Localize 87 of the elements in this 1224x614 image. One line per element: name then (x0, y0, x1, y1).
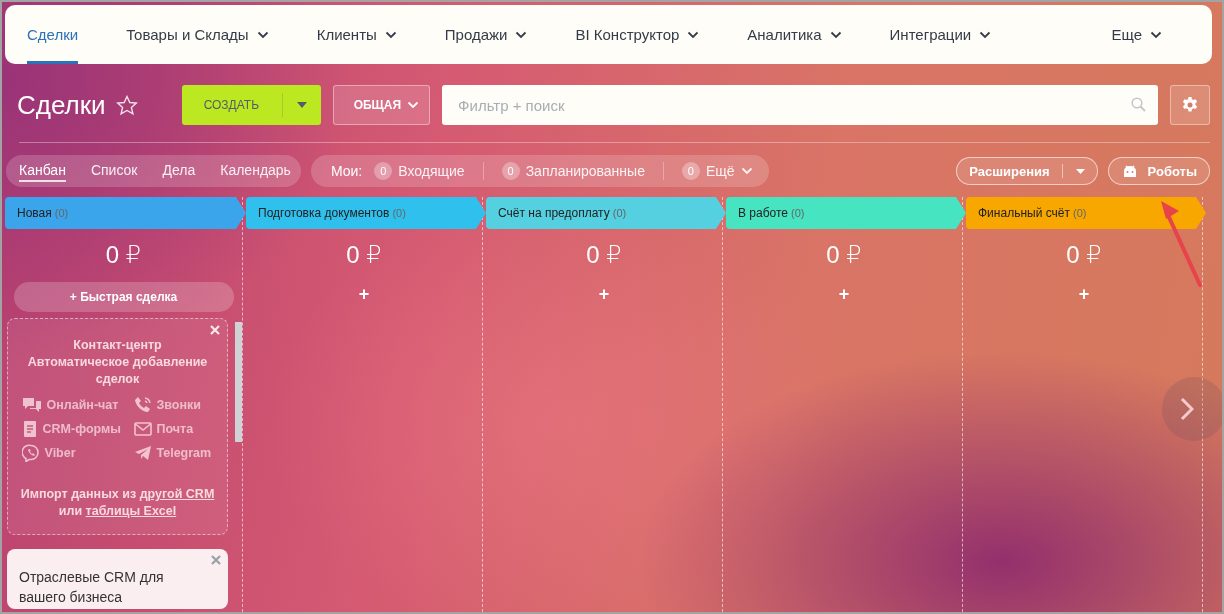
channel-link[interactable]: Онлайн-чат (46, 398, 119, 412)
view-tab[interactable]: Список (90, 160, 138, 182)
caret-icon (296, 102, 307, 108)
settings-button[interactable] (1170, 85, 1210, 125)
stage-header[interactable]: Новая (0) (5, 197, 246, 229)
stage-name: В работе (738, 206, 788, 220)
nav-item[interactable]: Интеграции (889, 5, 992, 64)
stage-sum: 0 ₽ (1066, 241, 1102, 269)
caret-icon (1075, 168, 1085, 174)
stage-header[interactable]: Подготовка документов (0) (246, 197, 486, 229)
page-title: Сделки (17, 89, 106, 121)
view-tab[interactable]: Дела (162, 160, 196, 182)
counter-link[interactable]: Ещё (705, 163, 753, 179)
robot-icon (1121, 164, 1138, 178)
card-subtitle: Автоматическое добавление сделок (26, 354, 209, 388)
channel-link[interactable]: Telegram (156, 446, 212, 460)
stage-header[interactable]: В работе (0) (726, 197, 966, 229)
chat-bubbles-icon (21, 396, 42, 414)
chevron-down-icon (384, 30, 397, 39)
channel-link[interactable]: CRM-формы (42, 422, 121, 436)
chevron-down-icon (687, 30, 700, 39)
nav-item[interactable]: Еще (1111, 5, 1162, 64)
stage-count: (0) (791, 207, 805, 219)
view-tab[interactable]: Календарь (220, 160, 291, 182)
close-icon[interactable] (210, 554, 223, 566)
channel-link[interactable]: Viber (44, 446, 76, 460)
add-deal-button[interactable]: + (834, 284, 854, 305)
add-deal-button[interactable]: + (1074, 284, 1094, 305)
stage-sum: 0 ₽ (346, 241, 382, 269)
document-icon (21, 420, 38, 438)
viber-icon (21, 444, 40, 462)
category-button[interactable]: ОБЩАЯ (332, 85, 431, 125)
add-deal-button[interactable]: + (354, 284, 374, 305)
channel-link[interactable]: Звонки (156, 398, 201, 412)
quick-deal-button[interactable]: + Быстрая сделка (13, 282, 234, 312)
search-field[interactable]: Фильтр + поиск (442, 85, 1158, 125)
stage-name: Подготовка документов (258, 206, 390, 220)
robots-button[interactable]: Роботы (1107, 157, 1210, 185)
card-title: Контакт-центр (73, 337, 162, 354)
stage-sum: 0 ₽ (586, 241, 622, 269)
chevron-down-icon (515, 30, 528, 39)
counter-badge: 0 (681, 162, 700, 180)
counter-badge: 0 (501, 162, 520, 180)
chevron-down-icon (979, 30, 992, 39)
nav-item[interactable]: Аналитика (747, 5, 842, 64)
chevron-down-icon (256, 30, 269, 39)
nav-item[interactable]: Продажи (444, 5, 528, 64)
stage-sum: 0 ₽ (826, 241, 862, 269)
view-tab[interactable]: Канбан (19, 160, 66, 182)
chevron-down-icon (407, 101, 420, 109)
counters-label: Мои: (330, 163, 363, 179)
import-text: Импорт данных из другой CRM или таблицы Excel (20, 486, 215, 520)
excel-link[interactable]: таблицы Excel (85, 504, 177, 518)
stage-name: Финальный счёт (978, 206, 1070, 220)
next-arrow-button[interactable] (1162, 377, 1222, 441)
counter-badge: 0 (374, 162, 393, 180)
chevron-right-icon (1180, 397, 1194, 421)
paper-plane-icon (133, 445, 152, 461)
stage-count: (0) (392, 207, 406, 219)
star-icon[interactable] (115, 94, 138, 116)
stage-name: Счёт на предоплату (498, 206, 610, 220)
promo-text: Отраслевые CRM для вашего бизнеса (19, 568, 165, 607)
mail-icon (133, 422, 152, 436)
stage-header[interactable]: Счёт на предоплату (0) (486, 197, 726, 229)
extensions-button[interactable]: Расширения (956, 157, 1098, 185)
channel-link[interactable]: Почта (156, 422, 194, 436)
nav-item[interactable]: Сделки (27, 5, 79, 64)
add-deal-button[interactable]: + (594, 284, 614, 305)
create-button[interactable]: СОЗДАТЬ (181, 85, 321, 125)
nav-item[interactable]: Товары и Склады (126, 5, 269, 64)
stage-name: Новая (17, 206, 52, 220)
nav-item[interactable]: Клиенты (316, 5, 397, 64)
chevron-down-icon (740, 167, 753, 175)
phone-icon (133, 396, 152, 414)
chevron-down-icon (829, 30, 842, 39)
stage-count: (0) (612, 207, 627, 219)
stage-count: (0) (1072, 207, 1087, 219)
settings-icon (1181, 96, 1199, 114)
counter-link[interactable]: Запланированные (525, 163, 645, 179)
search-icon (1131, 97, 1146, 112)
stage-sum: 0 ₽ (105, 241, 142, 269)
counter-link[interactable]: Входящие (398, 163, 465, 179)
stage-count: (0) (54, 207, 69, 219)
import-link[interactable]: другой CRM (139, 487, 215, 501)
stage-header[interactable]: Финальный счёт (0) (966, 197, 1206, 229)
chevron-down-icon (1150, 30, 1162, 39)
nav-item[interactable]: BI Конструктор (575, 5, 700, 64)
